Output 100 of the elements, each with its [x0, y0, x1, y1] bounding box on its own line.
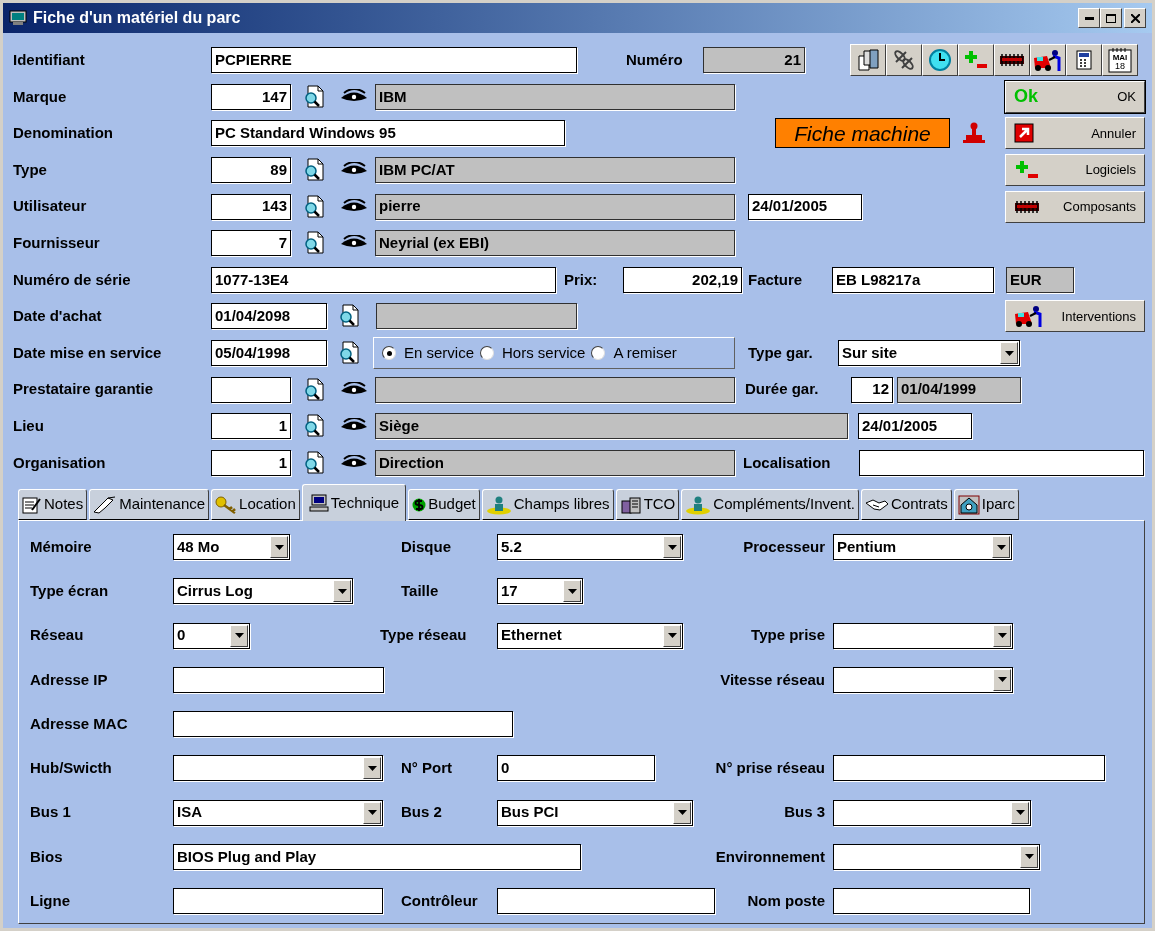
action-button[interactable]: Logiciels [1005, 154, 1145, 187]
dropdown-field[interactable]: Pentium [833, 534, 1012, 561]
dropdown-button[interactable] [333, 580, 351, 603]
dropdown-field[interactable]: 0 [173, 622, 250, 649]
field-label: Numéro [626, 50, 684, 71]
maximize-button[interactable] [1100, 8, 1122, 28]
input-field[interactable]: 24/01/2005 [858, 413, 972, 440]
close-button[interactable] [1124, 8, 1146, 28]
dropdown-button[interactable] [270, 536, 288, 559]
dropdown-field[interactable]: 5.2 [497, 534, 683, 561]
input-field[interactable]: 12 [851, 376, 893, 403]
dropdown-button[interactable] [663, 536, 681, 559]
input-field[interactable]: 147 [211, 83, 291, 110]
dropdown-field[interactable]: ISA [173, 799, 383, 826]
input-field[interactable]: EB L98217a [832, 266, 994, 293]
minimize-button[interactable] [1078, 8, 1100, 28]
lookup-icon[interactable] [303, 450, 325, 475]
input-field[interactable] [173, 888, 383, 914]
dropdown-field[interactable]: Sur site [838, 340, 1020, 367]
lookup-icon[interactable] [303, 194, 325, 219]
radio-option[interactable]: A remiser [591, 341, 677, 365]
lookup-icon[interactable] [303, 158, 325, 183]
toolbar-button[interactable] [922, 44, 958, 77]
toolbar-button[interactable] [1066, 44, 1102, 77]
radio-option[interactable]: En service [382, 341, 475, 365]
tab[interactable]: Budget [408, 489, 480, 521]
toolbar-button[interactable] [1030, 44, 1066, 77]
input-field[interactable] [173, 666, 384, 693]
input-field[interactable]: 89 [211, 157, 291, 184]
ok-button[interactable]: Ok OK [1005, 80, 1145, 113]
tab[interactable]: Compléments/Invent. [681, 489, 860, 521]
dropdown-field[interactable] [833, 622, 1013, 649]
lookup-icon[interactable] [338, 341, 360, 366]
toolbar-button[interactable] [886, 44, 922, 77]
tab[interactable]: Maintenance [89, 489, 210, 521]
dropdown-field[interactable] [173, 755, 383, 782]
lookup-icon[interactable] [303, 414, 325, 439]
input-field[interactable]: 01/04/2098 [211, 303, 327, 330]
dropdown-button[interactable] [1020, 845, 1038, 868]
toolbar-button[interactable] [958, 44, 994, 77]
input-field[interactable]: PCPIERRE [211, 47, 577, 74]
action-button[interactable]: Interventions [1005, 300, 1145, 333]
input-field[interactable]: 202,19 [623, 266, 742, 293]
toolbar-button[interactable]: MAI 18 [1102, 44, 1138, 77]
tab[interactable]: Iparc [953, 489, 1020, 521]
input-field[interactable]: PC Standard Windows 95 [211, 120, 565, 147]
tab[interactable]: Notes [18, 489, 88, 521]
tab[interactable]: Champs libres [481, 489, 614, 521]
readonly-field: IBM [375, 83, 735, 110]
toolbar-button[interactable] [994, 44, 1030, 77]
lookup-icon[interactable] [338, 304, 360, 329]
radio-option[interactable]: Hors service [480, 341, 586, 365]
input-field[interactable] [497, 888, 715, 914]
tab[interactable]: Location [211, 489, 300, 521]
dropdown-button[interactable] [363, 757, 381, 780]
input-field[interactable]: 7 [211, 230, 291, 257]
dropdown-field[interactable] [833, 799, 1031, 826]
dropdown-button[interactable] [673, 801, 691, 824]
dropdown-field[interactable]: 48 Mo [173, 534, 290, 561]
lookup-icon[interactable] [303, 377, 325, 402]
input-field[interactable]: 1077-13E4 [211, 266, 556, 293]
lookup-icon[interactable] [303, 84, 325, 109]
dropdown-field[interactable]: Bus PCI [497, 799, 693, 826]
dropdown-field[interactable]: Cirrus Log [173, 578, 353, 605]
dropdown-field[interactable]: 17 [497, 578, 583, 605]
toolbar-button[interactable] [850, 44, 886, 77]
dropdown-field[interactable] [833, 843, 1040, 870]
input-field[interactable]: 0 [497, 755, 655, 782]
dropdown-field[interactable] [833, 666, 1013, 693]
dropdown-button[interactable] [363, 801, 381, 824]
input-field[interactable]: 1 [211, 413, 291, 440]
field-label: Adresse IP [30, 669, 109, 690]
dropdown-button[interactable] [563, 580, 581, 603]
action-button[interactable]: Composants [1005, 190, 1145, 223]
input-field[interactable]: 05/04/1998 [211, 340, 327, 367]
dropdown-button[interactable] [993, 668, 1011, 691]
dropdown-button[interactable] [1000, 342, 1018, 365]
tab[interactable]: Technique [301, 484, 407, 522]
input-field[interactable]: 24/01/2005 [748, 193, 862, 220]
input-field[interactable] [173, 711, 513, 738]
tab[interactable]: Contrats [861, 489, 952, 521]
input-field[interactable] [833, 888, 1030, 914]
input-field[interactable] [211, 376, 291, 403]
dropdown-button[interactable] [993, 624, 1011, 647]
lookup-icon[interactable] [303, 231, 325, 256]
input-field[interactable] [859, 449, 1144, 476]
input-field[interactable] [833, 755, 1105, 782]
input-field[interactable]: 1 [211, 449, 291, 476]
radio-button[interactable] [591, 346, 606, 361]
dropdown-button[interactable] [1011, 801, 1029, 824]
radio-button[interactable] [480, 346, 495, 361]
dropdown-button[interactable] [992, 536, 1010, 559]
action-button[interactable]: Annuler [1005, 117, 1145, 150]
dropdown-button[interactable] [230, 624, 248, 647]
dropdown-field[interactable]: Ethernet [497, 622, 683, 649]
input-field[interactable]: BIOS Plug and Play [173, 843, 581, 870]
input-field[interactable]: 143 [211, 193, 291, 220]
dropdown-button[interactable] [663, 624, 681, 647]
radio-button[interactable] [382, 346, 396, 361]
tab[interactable]: TCO [615, 489, 680, 521]
